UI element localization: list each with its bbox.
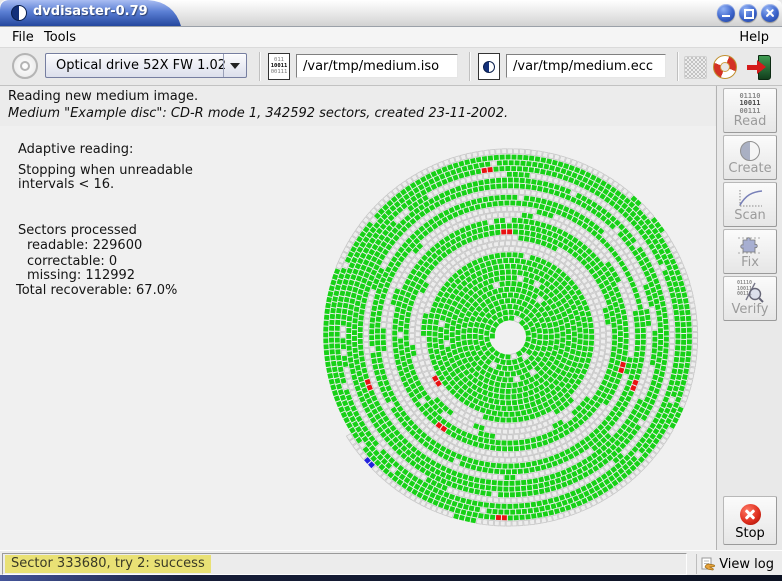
app-yinyang-icon <box>11 5 27 21</box>
ecc-file-icon <box>478 53 500 80</box>
drive-disc-icon[interactable] <box>12 53 38 79</box>
verify-label: Verify <box>724 302 776 317</box>
verify-magnifier-icon: 01110 10011 00111 <box>724 280 776 304</box>
header-medium-text: Medium "Example disc": CD-R mode 1, 3425… <box>8 106 508 121</box>
window-title: dvdisaster-0.79 <box>33 4 148 19</box>
toolbar-separator <box>469 52 470 81</box>
main-area: Adaptive reading: Stopping when unreadab… <box>0 126 716 550</box>
chevron-down-icon <box>223 54 246 77</box>
header-status: Reading new medium image. Medium "Exampl… <box>0 86 715 126</box>
read-label: Read <box>724 114 776 129</box>
log-hand-icon <box>701 557 716 572</box>
iso-file-icon: 011 10011 00111 <box>268 53 290 80</box>
toolbar-separator <box>677 52 678 81</box>
drive-select-value: Optical drive 52X FW 1.02 <box>56 58 226 73</box>
yinyang-icon <box>483 61 495 73</box>
scan-button[interactable]: Scan <box>723 182 777 227</box>
correctable-count: correctable: 0 <box>27 254 117 269</box>
minimize-icon <box>722 15 730 17</box>
maximize-button[interactable] <box>739 4 757 22</box>
fix-button[interactable]: Fix <box>723 229 777 274</box>
strategy-line1: Stopping when unreadable <box>18 163 193 178</box>
window-bottom-border <box>0 575 782 581</box>
strategy-line2: intervals < 16. <box>18 177 114 192</box>
menu-tools[interactable]: Tools <box>39 28 81 47</box>
ecc-path-input[interactable] <box>506 54 666 78</box>
status-message-area: Sector 333680, try 2: success <box>2 553 687 575</box>
stop-label: Stop <box>724 526 776 541</box>
status-message: Sector 333680, try 2: success <box>5 555 211 573</box>
read-binary-icon: 01110 10011 00111 <box>724 92 776 116</box>
app-window: dvdisaster-0.79 File Tools Help Optical … <box>0 0 782 581</box>
scan-curve-icon <box>724 186 776 210</box>
total-recoverable: Total recoverable: 67.0% <box>16 283 177 298</box>
create-button[interactable]: Create <box>723 135 777 180</box>
drive-select[interactable]: Optical drive 52X FW 1.02 <box>45 53 247 78</box>
menu-help[interactable]: Help <box>734 28 774 47</box>
fix-puzzle-icon <box>724 233 776 257</box>
toolbar: Optical drive 52X FW 1.02 011 10011 0011… <box>0 48 782 86</box>
maximize-icon <box>744 9 754 19</box>
action-sidebar: 01110 10011 00111 Read Create Scan <box>716 86 782 550</box>
header-action-text: Reading new medium image. <box>8 89 198 104</box>
stop-x-icon <box>724 502 776 526</box>
fix-label: Fix <box>724 255 776 270</box>
minimize-button[interactable] <box>717 4 735 22</box>
menu-file[interactable]: File <box>7 28 39 47</box>
reading-mode-label: Adaptive reading: <box>18 142 133 157</box>
view-log-button[interactable]: View log <box>696 554 780 574</box>
view-log-label: View log <box>719 557 774 572</box>
missing-count: missing: 112992 <box>27 268 135 283</box>
quit-exit-icon[interactable] <box>747 55 771 79</box>
toolbar-separator <box>259 52 260 81</box>
verify-button[interactable]: 01110 10011 00111 Verify <box>723 276 777 321</box>
create-label: Create <box>724 161 776 176</box>
sectors-title: Sectors processed <box>18 223 137 238</box>
statusbar: Sector 333680, try 2: success View log <box>0 550 782 576</box>
close-button[interactable] <box>761 4 779 22</box>
help-lifebuoy-icon[interactable] <box>713 55 737 79</box>
stop-button[interactable]: Stop <box>723 496 777 545</box>
scan-label: Scan <box>724 208 776 223</box>
menubar: File Tools Help <box>0 27 782 48</box>
titlebar: dvdisaster-0.79 <box>0 0 782 27</box>
iso-path-input[interactable] <box>296 54 458 78</box>
preferences-disabled-icon <box>684 56 707 79</box>
create-yinyang-icon <box>740 141 760 161</box>
readable-count: readable: 229600 <box>27 238 142 253</box>
read-button[interactable]: 01110 10011 00111 Read <box>723 88 777 133</box>
